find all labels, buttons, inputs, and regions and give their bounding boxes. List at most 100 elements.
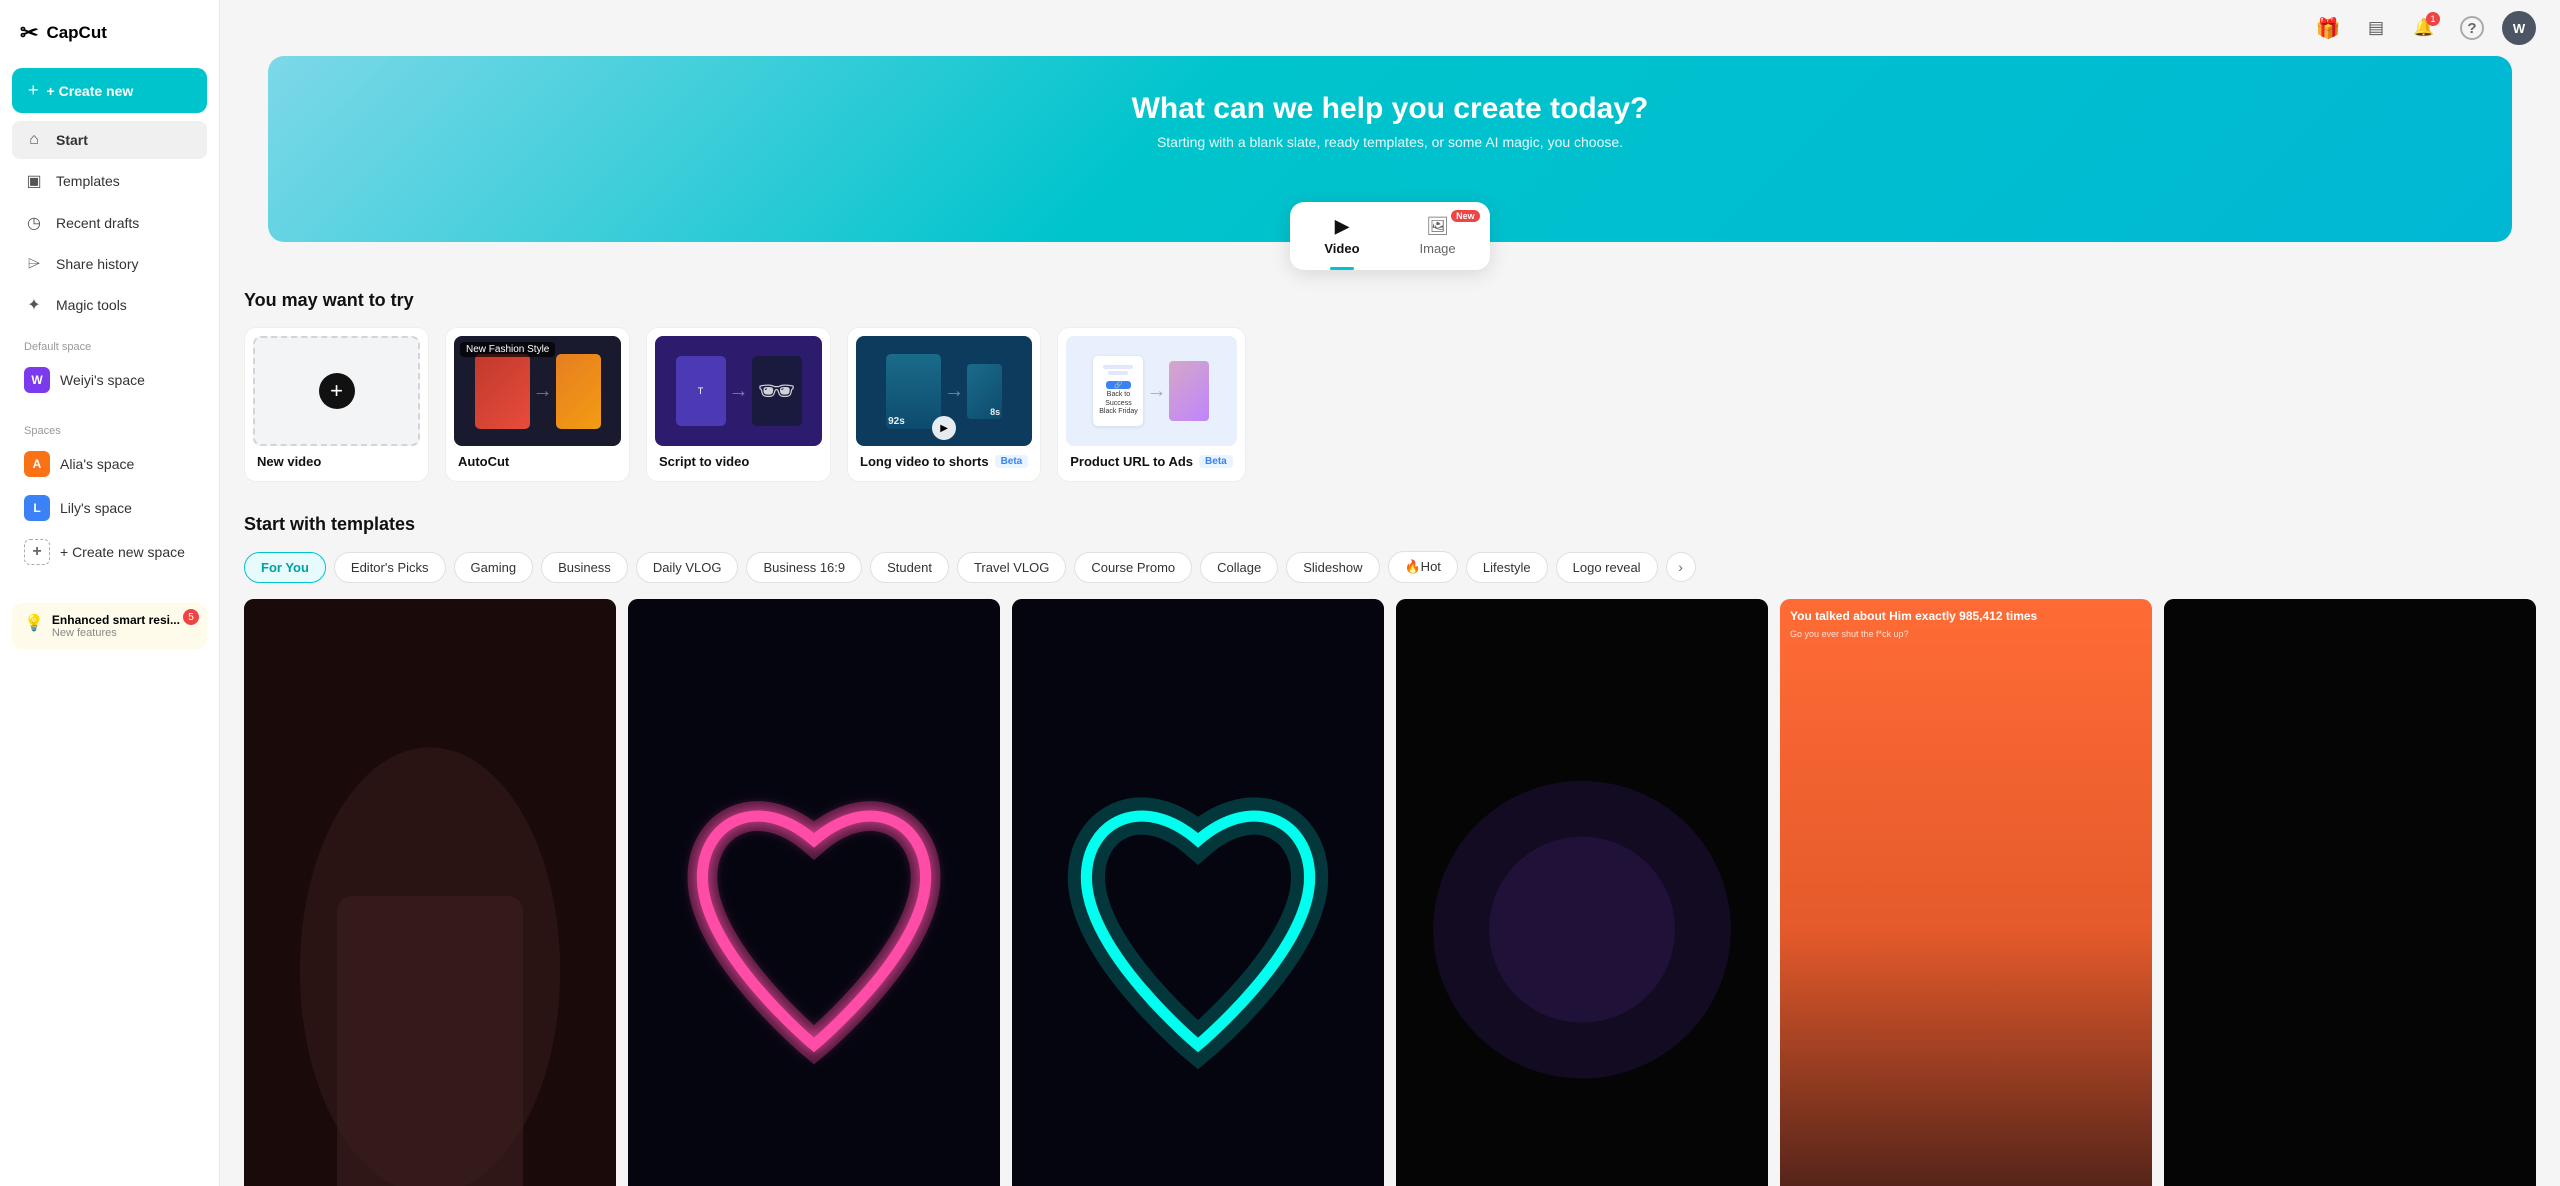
template-card-2[interactable] — [628, 599, 1000, 1186]
template-card-4[interactable] — [1396, 599, 1768, 1186]
chevron-right-icon: › — [1678, 559, 1683, 575]
sidebar: ✂ CapCut + + Create new ⌂ Start ▣ Templa… — [0, 0, 220, 1186]
filter-gaming[interactable]: Gaming — [454, 552, 534, 583]
script-thumb: T → 🕶 — [655, 336, 822, 446]
video-tab-icon: ▶ — [1335, 216, 1349, 237]
template-card-6[interactable] — [2164, 599, 2536, 1186]
filter-editors-picks[interactable]: Editor's Picks — [334, 552, 446, 583]
new-video-thumb: + — [253, 336, 420, 446]
filter-daily-vlog[interactable]: Daily VLOG — [636, 552, 739, 583]
spotify-sub: Go you ever shut the f*ck up? — [1790, 629, 2142, 639]
filter-slideshow[interactable]: Slideshow — [1286, 552, 1379, 583]
default-space-label: Default space — [12, 341, 207, 353]
new-video-label: New video — [253, 454, 420, 473]
template-card-3[interactable] — [1012, 599, 1384, 1186]
nav-label-magic: Magic tools — [56, 297, 127, 313]
space-item-alia[interactable]: A Alia's space — [12, 443, 207, 485]
filter-logo-reveal[interactable]: Logo reveal — [1556, 552, 1658, 583]
template-card-5[interactable]: You talked about Him exactly 985,412 tim… — [1780, 599, 2152, 1186]
shorts-beta-badge: Beta — [995, 455, 1029, 468]
notification-text: Enhanced smart resi... New features — [52, 613, 180, 639]
notif-title: Enhanced smart resi... — [52, 613, 180, 627]
nav-label-start: Start — [56, 132, 88, 148]
logo-area: ✂ CapCut — [12, 16, 207, 50]
billing-button[interactable]: ▤ — [2358, 10, 2394, 46]
product-thumb: 🔗 Back to Success Black Friday → — [1066, 336, 1236, 446]
billing-icon: ▤ — [2368, 18, 2384, 38]
template-grid: You talked about Him exactly 985,412 tim… — [244, 599, 2536, 1186]
shorts-label-row: Long video to shorts Beta — [856, 454, 1032, 473]
bottom-notification[interactable]: 💡 Enhanced smart resi... New features 5 — [12, 603, 207, 649]
filter-student[interactable]: Student — [870, 552, 949, 583]
sidebar-item-start[interactable]: ⌂ Start — [12, 121, 207, 159]
nav-label-share: Share history — [56, 256, 138, 272]
home-icon: ⌂ — [24, 131, 44, 149]
new-video-plus-icon: + — [319, 373, 355, 409]
spaces-label: Spaces — [12, 425, 207, 437]
spotify-content: You talked about Him exactly 985,412 tim… — [1780, 599, 2152, 1186]
try-card-new-video[interactable]: + New video — [244, 327, 429, 482]
sidebar-item-templates[interactable]: ▣ Templates — [12, 161, 207, 201]
autocut-badge: New Fashion Style — [460, 342, 555, 357]
try-card-product[interactable]: 🔗 Back to Success Black Friday → Product… — [1057, 327, 1245, 482]
gift-button[interactable]: 🎁 — [2310, 10, 2346, 46]
tab-video[interactable]: ▶ Video — [1296, 208, 1387, 264]
tab-image[interactable]: New 🖼 Image — [1392, 208, 1484, 264]
templates-section-title: Start with templates — [244, 514, 2536, 535]
main-content: 🎁 ▤ 🔔 1 ? W What can we help you create … — [220, 0, 2560, 1186]
default-space-item[interactable]: W Weiyi's space — [12, 359, 207, 401]
try-card-autocut[interactable]: → New Fashion Style AutoCut — [445, 327, 630, 482]
try-cards-row: + New video → New Fashion Style AutoCut — [244, 327, 2536, 482]
notif-subtitle: New features — [52, 627, 180, 639]
filter-course-promo[interactable]: Course Promo — [1074, 552, 1192, 583]
create-new-space-item[interactable]: + + Create new space — [12, 531, 207, 573]
try-section-title: You may want to try — [244, 290, 2536, 311]
filter-travel-vlog[interactable]: Travel VLOG — [957, 552, 1066, 583]
image-tab-icon: 🖼 — [1426, 216, 1449, 237]
new-badge: New — [1451, 210, 1480, 222]
try-card-script[interactable]: T → 🕶 Script to video — [646, 327, 831, 482]
main-content-area: You may want to try + New video → New Fa… — [220, 242, 2560, 1186]
filter-next-arrow[interactable]: › — [1666, 552, 1696, 582]
default-space-name: Weiyi's space — [60, 372, 145, 388]
create-new-button[interactable]: + + Create new — [12, 68, 207, 113]
notification-count: 1 — [2426, 12, 2440, 26]
alia-space-name: Alia's space — [60, 456, 134, 472]
share-icon: ⌲ — [24, 255, 44, 273]
create-space-icon: + — [24, 539, 50, 565]
space-item-lily[interactable]: L Lily's space — [12, 487, 207, 529]
create-new-label: + Create new — [47, 83, 134, 99]
filter-business[interactable]: Business — [541, 552, 628, 583]
help-icon: ? — [2460, 16, 2484, 40]
help-button[interactable]: ? — [2454, 10, 2490, 46]
topbar: 🎁 ▤ 🔔 1 ? W — [220, 0, 2560, 56]
hero-banner: What can we help you create today? Start… — [268, 56, 2512, 242]
filter-collage[interactable]: Collage — [1200, 552, 1278, 583]
product-beta-badge: Beta — [1199, 455, 1233, 468]
shorts-thumb: 92s → 8s ▶ — [856, 336, 1032, 446]
notification-icon: 💡 — [24, 613, 44, 633]
video-tab-label: Video — [1324, 241, 1359, 256]
notifications-button[interactable]: 🔔 1 — [2406, 10, 2442, 46]
filter-for-you[interactable]: For You — [244, 552, 326, 583]
nav-label-templates: Templates — [56, 173, 120, 189]
sidebar-item-recent-drafts[interactable]: ◷ Recent drafts — [12, 203, 207, 243]
template-card-1[interactable] — [244, 599, 616, 1186]
try-card-shorts[interactable]: 92s → 8s ▶ Long video to shorts Beta — [847, 327, 1041, 482]
user-avatar[interactable]: W — [2502, 11, 2536, 45]
script-label: Script to video — [655, 454, 822, 473]
filter-business-169[interactable]: Business 16:9 — [746, 552, 862, 583]
templates-icon: ▣ — [24, 171, 44, 191]
autocut-label: AutoCut — [454, 454, 621, 473]
content-type-switcher: ▶ Video New 🖼 Image — [1290, 202, 1489, 270]
default-space-avatar: W — [24, 367, 50, 393]
notification-badge: 5 — [183, 609, 199, 625]
filter-lifestyle[interactable]: Lifestyle — [1466, 552, 1548, 583]
sidebar-item-share-history[interactable]: ⌲ Share history — [12, 245, 207, 283]
magic-icon: ✦ — [24, 295, 44, 315]
autocut-thumb: → New Fashion Style — [454, 336, 621, 446]
filter-hot[interactable]: 🔥Hot — [1388, 551, 1458, 583]
sidebar-item-magic-tools[interactable]: ✦ Magic tools — [12, 285, 207, 325]
logo-text: CapCut — [46, 23, 106, 43]
create-space-label: + Create new space — [60, 544, 185, 560]
